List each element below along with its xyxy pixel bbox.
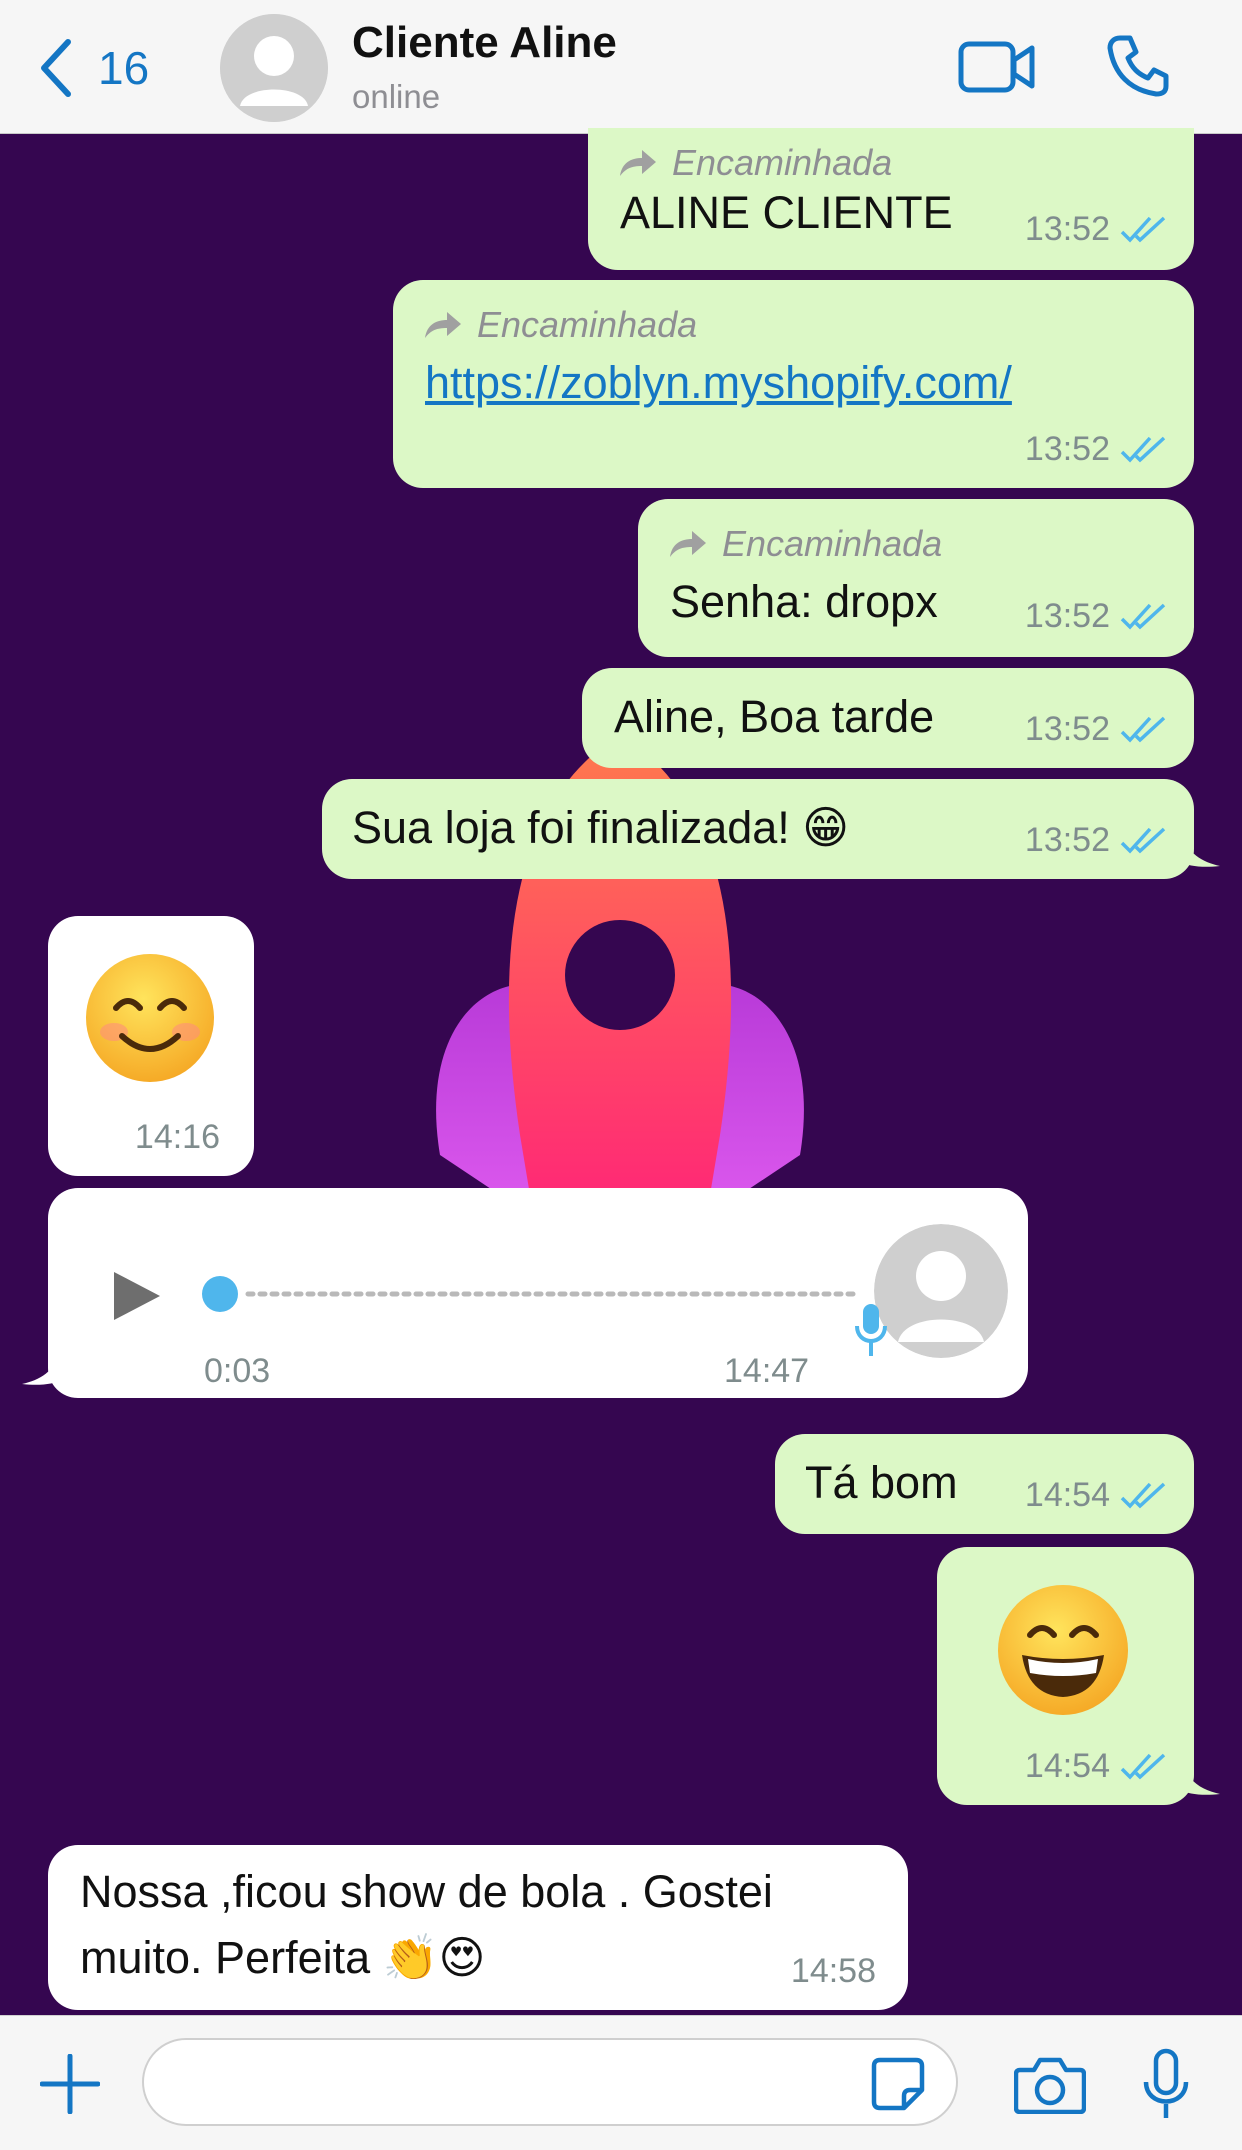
play-button[interactable] xyxy=(108,1268,164,1324)
message-meta: 13:52 xyxy=(1025,813,1168,867)
message-bubble-outgoing[interactable]: Aline, Boa tarde 13:52 xyxy=(582,668,1194,768)
message-time: 13:52 xyxy=(1024,597,1110,635)
contact-status: online xyxy=(352,78,441,115)
unread-count: 16 xyxy=(98,42,150,94)
message-time: 14:54 xyxy=(1024,1747,1110,1785)
message-bubble-outgoing[interactable]: Encaminhada Senha: dropx 13:52 xyxy=(638,499,1194,657)
message-bubble-outgoing[interactable]: Sua loja foi finalizada! 😁 13:52 xyxy=(322,779,1194,879)
message-bubble-outgoing[interactable]: Encaminhada ALINE CLIENTE 13:52 xyxy=(588,128,1194,270)
message-time: 13:52 xyxy=(1024,210,1110,248)
microphone-icon xyxy=(855,1304,887,1356)
message-meta: 14:16 xyxy=(135,1110,220,1164)
default-avatar-icon xyxy=(220,14,328,122)
message-bubble-outgoing[interactable]: Tá bom 14:54 xyxy=(775,1434,1194,1534)
camera-button[interactable] xyxy=(1014,2056,1086,2114)
message-time: 14:16 xyxy=(134,1118,220,1156)
chat-header: 16 Cliente Aline online xyxy=(0,0,1242,134)
message-time: 13:52 xyxy=(1024,710,1110,748)
voice-message-bubble[interactable]: 0:03 14:47 xyxy=(48,1188,1028,1398)
double-check-read-icon xyxy=(1120,603,1166,630)
message-meta: 14:58 xyxy=(791,1944,876,1998)
forward-arrow-icon xyxy=(670,531,706,557)
message-meta: 13:52 xyxy=(1025,422,1168,476)
message-time: 14:58 xyxy=(790,1952,876,1990)
message-meta: 14:54 xyxy=(1025,1739,1168,1793)
bubble-tail xyxy=(22,1350,62,1385)
message-meta: 13:52 xyxy=(1025,702,1168,756)
forwarded-label: Encaminhada xyxy=(668,517,942,571)
voice-duration: 0:03 xyxy=(204,1352,271,1390)
smiling-face-emoji-icon xyxy=(86,954,214,1082)
chevron-left-icon xyxy=(41,39,71,97)
bubble-tail xyxy=(1180,832,1220,867)
message-text: Sua loja foi finalizada! 😁 xyxy=(352,802,850,853)
add-attachment-button[interactable] xyxy=(40,2054,100,2114)
message-input[interactable] xyxy=(142,2038,958,2126)
message-time: 14:54 xyxy=(1024,1476,1110,1514)
grinning-face-emoji-icon xyxy=(998,1585,1128,1715)
double-check-read-icon xyxy=(1120,216,1166,243)
double-check-read-icon xyxy=(1120,1482,1166,1509)
forward-arrow-icon xyxy=(425,312,461,338)
sticker-icon[interactable] xyxy=(870,2056,926,2112)
message-text: Tá bom xyxy=(805,1457,958,1508)
message-text-line-2: muito. Perfeita 👏😍 xyxy=(80,1932,486,1983)
double-check-read-icon xyxy=(1120,1753,1166,1780)
message-meta: 13:52 xyxy=(1025,202,1168,256)
message-text-line-1: Nossa ,ficou show de bola . Gostei xyxy=(80,1866,773,1917)
message-bubble-incoming[interactable]: 14:16 xyxy=(48,916,254,1176)
forwarded-label: Encaminhada xyxy=(618,136,892,190)
video-camera-icon xyxy=(958,41,1035,93)
message-meta: 14:54 xyxy=(1025,1468,1168,1522)
message-bubble-outgoing[interactable]: Encaminhada https://zoblyn.myshopify.com… xyxy=(393,280,1194,488)
default-avatar-icon xyxy=(874,1224,1008,1358)
contact-avatar[interactable] xyxy=(220,14,328,122)
video-call-button[interactable] xyxy=(958,40,1036,99)
sender-avatar xyxy=(874,1224,1008,1358)
message-time: 13:52 xyxy=(1024,821,1110,859)
message-bubble-incoming[interactable]: Nossa ,ficou show de bola . Gostei muito… xyxy=(48,1845,908,2010)
message-time: 13:52 xyxy=(1024,430,1110,468)
message-input-bar xyxy=(0,2015,1242,2150)
message-time: 14:47 xyxy=(724,1352,810,1390)
message-text: Aline, Boa tarde xyxy=(614,691,935,742)
voice-record-button[interactable] xyxy=(1142,2048,1190,2122)
voice-call-button[interactable] xyxy=(1106,34,1170,103)
contact-name[interactable]: Cliente Aline xyxy=(352,18,617,68)
back-button[interactable]: 16 xyxy=(38,36,149,100)
message-text: Senha: dropx xyxy=(670,576,938,627)
double-check-read-icon xyxy=(1120,716,1166,743)
bubble-tail xyxy=(1180,1760,1220,1795)
forward-arrow-icon xyxy=(620,150,656,176)
message-link[interactable]: https://zoblyn.myshopify.com/ xyxy=(425,356,1012,410)
double-check-read-icon xyxy=(1120,436,1166,463)
message-text: ALINE CLIENTE xyxy=(620,187,953,238)
message-bubble-outgoing[interactable]: 14:54 xyxy=(937,1547,1194,1805)
forwarded-label: Encaminhada xyxy=(423,298,697,352)
audio-waveform-slider[interactable] xyxy=(200,1274,860,1314)
double-check-read-icon xyxy=(1120,827,1166,854)
message-meta: 13:52 xyxy=(1025,589,1168,643)
phone-icon xyxy=(1107,35,1169,97)
